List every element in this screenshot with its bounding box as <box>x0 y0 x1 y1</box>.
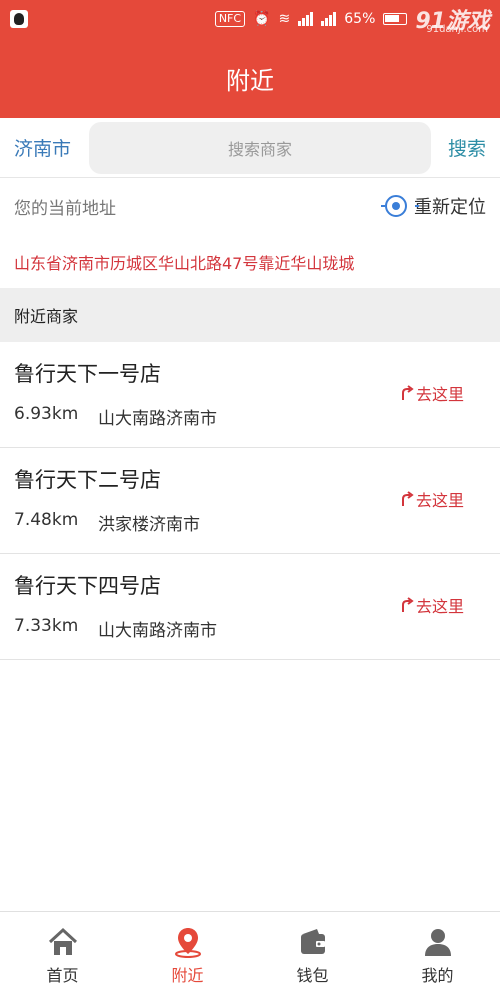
goto-button[interactable]: 去这里 <box>400 593 464 617</box>
current-address-row: 您的当前地址 重新定位 <box>0 178 500 234</box>
relocate-button[interactable]: 重新定位 <box>381 193 486 219</box>
route-icon <box>401 597 414 612</box>
battery-percent: 65% <box>344 11 376 27</box>
store-address: 山大南路济南市 <box>98 409 217 429</box>
user-icon <box>424 929 451 956</box>
section-header-nearby: 附近商家 <box>0 288 500 342</box>
alarm-icon: ⏰ <box>253 11 271 27</box>
search-button[interactable]: 搜索 <box>448 134 486 161</box>
qq-app-icon <box>10 10 28 28</box>
goto-label: 去这里 <box>415 385 464 404</box>
goto-button[interactable]: 去这里 <box>400 381 464 405</box>
store-meta: 7.48km 洪家楼济南市 <box>14 510 200 535</box>
store-distance: 7.48km <box>14 510 79 530</box>
section-title: 附近商家 <box>14 307 79 326</box>
battery-icon <box>383 13 408 25</box>
watermark-url: 91danji.com <box>426 24 488 35</box>
route-icon <box>401 385 414 400</box>
store-address: 洪家楼济南市 <box>98 515 200 535</box>
location-pin-icon <box>174 928 201 958</box>
title-bar: 附近 <box>0 38 500 118</box>
store-meta: 7.33km 山大南路济南市 <box>14 616 217 641</box>
tab-label: 我的 <box>421 966 454 985</box>
search-input[interactable]: 搜索商家 <box>89 121 431 174</box>
store-name: 鲁行天下二号店 <box>14 468 161 492</box>
locate-crosshair-icon <box>381 195 419 217</box>
search-row: 济南市 搜索商家 搜索 <box>0 118 500 178</box>
tab-label: 钱包 <box>296 966 329 985</box>
goto-label: 去这里 <box>415 597 464 616</box>
tab-home[interactable]: 首页 <box>0 912 125 1000</box>
status-bar: NFC ⏰ ≋ 65% 91游戏 91danji.com <box>0 0 500 38</box>
store-name: 鲁行天下四号店 <box>14 574 161 598</box>
goto-label: 去这里 <box>415 491 464 510</box>
list-item[interactable]: 鲁行天下二号店 7.48km 洪家楼济南市 去这里 <box>0 448 500 554</box>
tab-profile[interactable]: 我的 <box>375 912 500 1000</box>
store-address: 山大南路济南市 <box>98 621 217 641</box>
current-address-label: 您的当前地址 <box>14 198 116 219</box>
tab-label: 附近 <box>171 966 204 985</box>
route-icon <box>401 491 414 506</box>
wallet-icon <box>300 929 325 954</box>
store-distance: 7.33km <box>14 616 79 636</box>
goto-button[interactable]: 去这里 <box>400 487 464 511</box>
bottom-tab-bar: 首页 附近 钱包 我的 <box>0 911 500 1000</box>
list-item[interactable]: 鲁行天下四号店 7.33km 山大南路济南市 去这里 <box>0 554 500 660</box>
nfc-badge: NFC <box>214 11 246 27</box>
tab-nearby[interactable]: 附近 <box>125 912 250 1000</box>
store-name: 鲁行天下一号店 <box>14 362 161 386</box>
status-left <box>10 10 28 28</box>
relocate-label: 重新定位 <box>414 197 486 218</box>
search-placeholder: 搜索商家 <box>227 139 292 159</box>
page-title: 附近 <box>226 66 274 95</box>
current-address-text: 山东省济南市历城区华山北路47号靠近华山珑城 <box>14 254 355 273</box>
tab-wallet[interactable]: 钱包 <box>250 912 375 1000</box>
store-list: 鲁行天下一号店 6.93km 山大南路济南市 去这里 鲁行天下二号店 7.48k… <box>0 342 500 660</box>
store-distance: 6.93km <box>14 404 79 424</box>
store-meta: 6.93km 山大南路济南市 <box>14 404 217 429</box>
city-selector[interactable]: 济南市 <box>14 134 80 161</box>
signal-icon <box>298 12 314 26</box>
home-icon <box>48 927 77 955</box>
signal-icon-2 <box>321 12 337 26</box>
wifi-icon: ≋ <box>278 11 291 27</box>
tab-label: 首页 <box>46 966 79 985</box>
list-item[interactable]: 鲁行天下一号店 6.93km 山大南路济南市 去这里 <box>0 342 500 448</box>
